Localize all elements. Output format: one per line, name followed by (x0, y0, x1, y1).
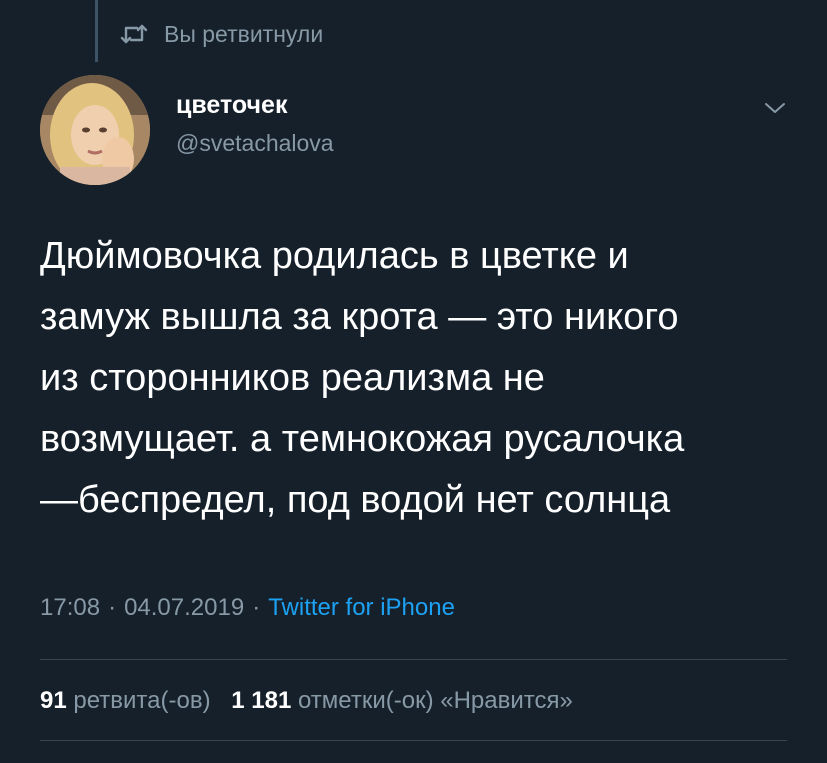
tweet-meta: 17:08 · 04.07.2019 · Twitter for iPhone (40, 594, 455, 622)
tweet-line: из сторонников реализма не (40, 357, 545, 399)
tweet-source-link[interactable]: Twitter for iPhone (268, 594, 455, 621)
retweets-label: ретвита(-ов) (73, 687, 211, 714)
retweets-count: 91 (40, 687, 67, 714)
likes-label: отметки(-ок) «Нравится» (297, 687, 573, 714)
divider (40, 659, 787, 660)
tweet-line: замуж вышла за крота — это никого (40, 296, 679, 338)
chevron-down-icon[interactable] (763, 100, 787, 116)
tweet-stats: 91 ретвита(-ов) 1 181 отметки(-ок) «Нрав… (40, 687, 587, 715)
likes-count: 1 181 (231, 687, 292, 714)
thread-line (95, 0, 98, 62)
tweet-line: Дюймовочка родилась в цветке и (40, 235, 629, 277)
tweet-date[interactable]: 04.07.2019 (124, 594, 244, 621)
likes-stat[interactable]: 1 181 отметки(-ок) «Нравится» (231, 687, 573, 714)
retweet-context[interactable]: Вы ретвитнули (120, 18, 323, 50)
meta-separator: · (108, 594, 117, 621)
user-handle[interactable]: @svetachalova (176, 130, 334, 156)
retweet-label: Вы ретвитнули (164, 20, 324, 47)
retweet-icon (120, 23, 148, 45)
retweets-stat[interactable]: 91 ретвита(-ов) (40, 687, 211, 714)
meta-separator: · (252, 594, 261, 621)
display-name[interactable]: цветочек (176, 90, 334, 120)
avatar[interactable] (40, 75, 150, 185)
tweet-line: —беспредел, под водой нет солнца (40, 479, 671, 521)
divider (40, 740, 787, 741)
tweet-text: Дюймовочка родилась в цветке и замуж выш… (40, 226, 800, 531)
author-block[interactable]: цветочек @svetachalova (176, 90, 334, 156)
tweet-line: возмущает. а темнокожая русалочка (40, 418, 685, 460)
tweet-time[interactable]: 17:08 (40, 594, 100, 621)
